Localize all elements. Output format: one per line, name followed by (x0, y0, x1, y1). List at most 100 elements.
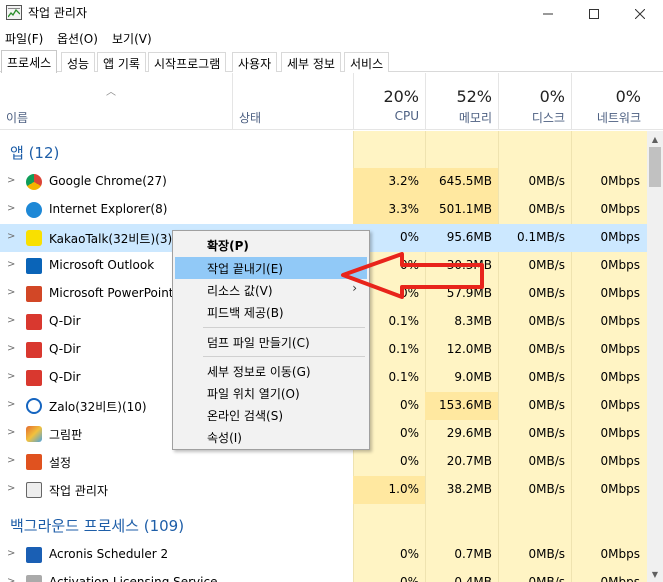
expand-chevron-icon[interactable]: > (7, 343, 15, 354)
header-disk-col[interactable]: 0% 디스크 (498, 73, 571, 130)
column-header: ︿ 이름 상태 20% CPU 52% 메모리 0% 디스크 0% 네트워크 (0, 73, 663, 130)
mem-value: 0.7MB (454, 547, 492, 561)
disk-value: 0MB/s (528, 454, 565, 468)
vertical-scrollbar[interactable]: ▲ ▼ (647, 131, 663, 582)
zalo-icon (26, 398, 42, 414)
net-value: 0Mbps (600, 174, 640, 188)
disk-value: 0MB/s (528, 286, 565, 300)
annotation-arrow-icon (341, 252, 484, 299)
tab-performance[interactable]: 성능 (61, 52, 96, 72)
table-row[interactable]: > Acronis Scheduler 2 0% 0.7MB 0MB/s 0Mbps (0, 541, 647, 569)
expand-chevron-icon[interactable]: > (7, 483, 15, 494)
net-value: 0Mbps (600, 286, 640, 300)
scroll-down-button[interactable]: ▼ (647, 566, 663, 582)
disk-value: 0MB/s (528, 314, 565, 328)
section-apps: 앱 (12) (10, 144, 60, 162)
mem-value: 38.2MB (446, 482, 492, 496)
header-status-col[interactable]: 상태 (232, 73, 353, 130)
ctx-search-online[interactable]: 온라인 검색(S) (175, 404, 367, 426)
expand-chevron-icon[interactable]: > (7, 231, 15, 242)
ctx-resource-values-label: 리소스 값(V) (207, 284, 273, 298)
ctx-properties[interactable]: 속성(I) (175, 426, 367, 448)
process-name: Microsoft PowerPoint (49, 286, 174, 300)
expand-chevron-icon[interactable]: > (7, 427, 15, 438)
cpu-value: 3.2% (388, 174, 420, 188)
mem-value: 9.0MB (454, 370, 492, 384)
expand-chevron-icon[interactable]: > (7, 455, 15, 466)
table-row[interactable]: > Google Chrome(27) 3.2% 645.5MB 0MB/s 0Mbps (0, 168, 647, 196)
net-value: 0Mbps (600, 482, 640, 496)
menu-view[interactable]: 보기(V) (112, 30, 152, 47)
net-value: 0Mbps (600, 258, 640, 272)
process-name: Activation Licensing Service (49, 575, 218, 582)
ctx-expand[interactable]: 확장(P) (175, 234, 367, 256)
header-memory: 메모리 (458, 111, 492, 125)
disk-total: 0% (539, 87, 565, 106)
expand-chevron-icon[interactable]: > (7, 259, 15, 270)
mem-value: 8.3MB (454, 314, 492, 328)
expand-chevron-icon[interactable]: > (7, 399, 15, 410)
expand-chevron-icon[interactable]: > (7, 287, 15, 298)
ctx-open-file-location[interactable]: 파일 위치 열기(O) (175, 382, 367, 404)
net-value: 0Mbps (600, 575, 640, 582)
tab-app-history[interactable]: 앱 기록 (97, 52, 146, 72)
expand-chevron-icon[interactable]: > (7, 371, 15, 382)
task-manager-icon (26, 482, 42, 498)
ctx-create-dump[interactable]: 덤프 파일 만들기(C) (175, 331, 367, 353)
ie-icon (26, 202, 42, 218)
qdir-icon (26, 370, 42, 386)
cpu-value: 0% (399, 454, 419, 468)
tab-processes[interactable]: 프로세스 (1, 50, 58, 73)
outlook-icon (26, 258, 42, 274)
close-button[interactable] (617, 0, 663, 27)
disk-value: 0MB/s (528, 202, 565, 216)
process-name: Q-Dir (49, 370, 81, 384)
expand-chevron-icon[interactable]: > (7, 548, 15, 559)
header-network-col[interactable]: 0% 네트워크 (571, 73, 647, 130)
expand-chevron-icon[interactable]: > (7, 315, 15, 326)
table-row[interactable]: > Activation Licensing Service 0% 0.4MB 0MB/… (0, 569, 647, 582)
net-value: 0Mbps (600, 230, 640, 244)
header-network: 네트워크 (596, 111, 641, 125)
tab-services[interactable]: 서비스 (344, 52, 390, 72)
mem-value: 0.4MB (454, 575, 492, 582)
cpu-value: 3.3% (388, 202, 420, 216)
ctx-feedback[interactable]: 피드백 제공(B) (175, 301, 367, 323)
disk-value: 0MB/s (528, 547, 565, 561)
process-name: Microsoft Outlook (49, 258, 155, 272)
menu-file[interactable]: 파일(F) (5, 30, 43, 47)
scroll-thumb[interactable] (649, 147, 661, 187)
disk-value: 0MB/s (528, 370, 565, 384)
ctx-go-to-details[interactable]: 세부 정보로 이동(G) (175, 360, 367, 382)
chrome-icon (26, 174, 42, 190)
header-name[interactable]: 이름 (6, 109, 28, 126)
mem-value: 95.6MB (446, 230, 492, 244)
net-value: 0Mbps (600, 202, 640, 216)
maximize-button[interactable] (571, 0, 617, 27)
process-name: 설정 (49, 456, 72, 470)
ctx-separator (203, 356, 365, 357)
expand-chevron-icon[interactable]: > (7, 203, 15, 214)
ctx-resource-values[interactable]: 리소스 값(V) › (175, 279, 367, 301)
table-row[interactable]: > 설정 0% 20.7MB 0MB/s 0Mbps (0, 448, 647, 476)
tab-startup[interactable]: 시작프로그램 (148, 52, 227, 72)
header-cpu-col[interactable]: 20% CPU (353, 73, 425, 130)
expand-chevron-icon[interactable]: > (7, 576, 15, 582)
menu-options[interactable]: 옵션(O) (57, 30, 98, 47)
powerpoint-icon (26, 286, 42, 302)
expand-chevron-icon[interactable]: > (7, 175, 15, 186)
section-background: 백그라운드 프로세스 (109) (10, 517, 185, 535)
header-memory-col[interactable]: 52% 메모리 (425, 73, 498, 130)
scroll-up-button[interactable]: ▲ (647, 131, 663, 147)
ctx-end-task[interactable]: 작업 끝내기(E) (175, 257, 367, 279)
minimize-button[interactable] (525, 0, 571, 27)
tab-users[interactable]: 사용자 (232, 52, 278, 72)
process-name: Google Chrome(27) (49, 174, 167, 188)
process-name: Q-Dir (49, 314, 81, 328)
cpu-value: 0.1% (388, 342, 420, 356)
table-row[interactable]: > 작업 관리자 1.0% 38.2MB 0MB/s 0Mbps (0, 476, 647, 504)
cpu-value: 0.1% (388, 314, 420, 328)
table-row[interactable]: > Internet Explorer(8) 3.3% 501.1MB 0MB/s 0Mb… (0, 196, 647, 224)
header-cpu: CPU (394, 109, 419, 123)
tab-details[interactable]: 세부 정보 (281, 52, 341, 72)
